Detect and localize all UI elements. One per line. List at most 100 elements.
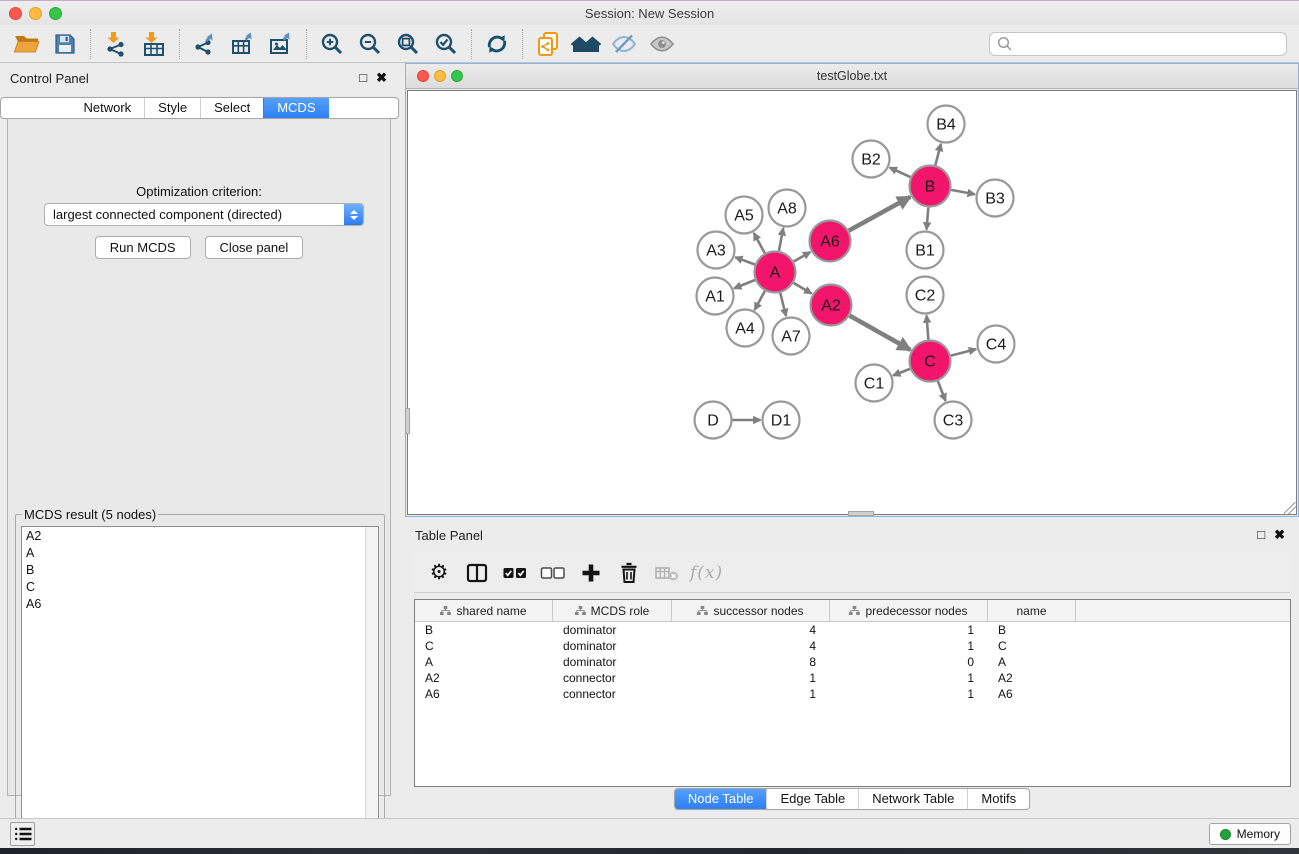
network-canvas[interactable]: B4B2BB3A5A8A6B1A3AC2A1A2A4A7C4CC1C3DD1 [407,90,1297,515]
graph-edge-A-A2[interactable] [794,283,812,294]
column-header-successor-nodes[interactable]: successor nodes [672,600,830,621]
table-row[interactable]: Cdominator41C [415,638,1290,654]
export-image-icon[interactable] [262,28,300,60]
column-header-name[interactable]: name [988,600,1076,621]
graph-node-C3[interactable]: C3 [935,402,972,439]
graph-edge-B-B4[interactable] [935,144,941,165]
graph-node-C1[interactable]: C1 [856,365,893,402]
graph-edge-A-A7[interactable] [780,293,786,316]
graph-edge-C-C3[interactable] [938,381,946,401]
graph-node-B4[interactable]: B4 [928,106,965,143]
run-mcds-button[interactable]: Run MCDS [95,236,191,259]
mcds-result-item[interactable]: A2 [22,527,364,544]
table-row[interactable]: A2connector11A2 [415,670,1290,686]
result-list-scrollbar[interactable] [365,527,378,838]
mcds-result-item[interactable]: A [22,544,364,561]
mcds-result-item[interactable]: C [22,578,364,595]
graph-edge-A-A3[interactable] [735,257,755,264]
graph-edge-A-A5[interactable] [754,233,765,253]
column-header-mcds-role[interactable]: MCDS role [553,600,672,621]
graph-edge-A-A8[interactable] [779,228,783,251]
table-row[interactable]: Adominator80A [415,654,1290,670]
zoom-out-icon[interactable] [351,28,389,60]
memory-button[interactable]: Memory [1209,823,1291,845]
show-columns-icon[interactable] [462,558,492,588]
graph-node-C2[interactable]: C2 [907,277,944,314]
graph-edge-B-B1[interactable] [927,207,929,229]
open-session-icon[interactable] [8,28,46,60]
table-tab-network-table[interactable]: Network Table [858,789,967,809]
delete-table-icon[interactable] [652,558,682,588]
import-network-icon[interactable] [97,28,135,60]
tab-network[interactable]: Network [70,98,144,118]
graph-edge-B-B3[interactable] [951,190,975,194]
graph-node-A2[interactable]: A2 [811,285,852,326]
graph-node-A6[interactable]: A6 [810,221,851,262]
graph-node-B[interactable]: B [910,166,951,207]
graph-node-A3[interactable]: A3 [698,232,735,269]
graph-edge-A-A1[interactable] [734,280,755,288]
graph-node-A[interactable]: A [755,252,796,293]
graph-node-C4[interactable]: C4 [978,326,1015,363]
canvas-resize-grip[interactable] [1284,502,1296,514]
table-row[interactable]: Bdominator41B [415,622,1290,638]
table-row[interactable]: A6connector11A6 [415,686,1290,702]
show-all-icon[interactable] [643,28,681,60]
canvas-bottom-grip[interactable] [848,511,874,516]
column-header-shared-name[interactable]: shared name [415,600,553,621]
graph-edge-A-A6[interactable] [794,252,811,261]
graph-edge-A6-B[interactable] [849,197,910,231]
import-table-icon[interactable] [135,28,173,60]
add-column-icon[interactable] [576,558,606,588]
graph-node-D[interactable]: D [695,402,732,439]
refresh-icon[interactable] [478,28,516,60]
graph-edge-C-C4[interactable] [951,349,976,356]
select-all-icon[interactable] [500,558,530,588]
search-field[interactable] [989,32,1287,56]
criterion-dropdown[interactable]: largest connected component (directed) [44,203,364,226]
export-table-icon[interactable] [224,28,262,60]
graph-node-D1[interactable]: D1 [763,402,800,439]
close-panel-icon[interactable]: ✖ [376,70,387,86]
graph-node-B3[interactable]: B3 [977,180,1014,217]
function-builder-icon[interactable]: f(x) [690,558,723,588]
export-network-icon[interactable] [186,28,224,60]
first-neighbors-icon[interactable] [567,28,605,60]
float-panel-icon[interactable]: □ [1257,527,1265,543]
new-network-from-selection-icon[interactable] [529,28,567,60]
graph-node-A8[interactable]: A8 [769,190,806,227]
float-panel-icon[interactable]: □ [359,70,367,86]
table-tab-edge-table[interactable]: Edge Table [766,789,858,809]
graph-node-B2[interactable]: B2 [853,141,890,178]
table-tab-motifs[interactable]: Motifs [967,789,1029,809]
graph-node-C[interactable]: C [910,341,951,382]
close-panel-icon[interactable]: ✖ [1274,527,1285,543]
zoom-fit-icon[interactable] [389,28,427,60]
zoom-selected-icon[interactable] [427,28,465,60]
graph-node-A5[interactable]: A5 [726,197,763,234]
graph-node-A7[interactable]: A7 [773,318,810,355]
tab-style[interactable]: Style [144,98,200,118]
table-settings-icon[interactable]: ⚙ [424,558,454,588]
graph-edge-C-C1[interactable] [893,369,910,376]
hide-selected-icon[interactable] [605,28,643,60]
graph-edge-A2-C[interactable] [850,316,911,350]
graph-edge-A-A4[interactable] [755,291,765,310]
close-panel-button[interactable]: Close panel [205,236,304,259]
graph-edge-B-B2[interactable] [890,168,911,178]
show-panels-list-button[interactable] [10,822,35,846]
graph-node-A1[interactable]: A1 [697,278,734,315]
canvas-left-grip[interactable] [405,408,410,434]
column-header-predecessor-nodes[interactable]: predecessor nodes [830,600,988,621]
graph-edge-C-C2[interactable] [927,315,929,339]
zoom-in-icon[interactable] [313,28,351,60]
network-window-titlebar[interactable]: testGlobe.txt [406,64,1298,89]
table-tab-node-table[interactable]: Node Table [675,789,767,809]
tab-mcds[interactable]: MCDS [263,98,328,118]
search-input[interactable] [1014,37,1280,51]
deselect-all-icon[interactable] [538,558,568,588]
mcds-result-item[interactable]: B [22,561,364,578]
tab-select[interactable]: Select [200,98,263,118]
graph-node-A4[interactable]: A4 [727,310,764,347]
delete-column-icon[interactable] [614,558,644,588]
